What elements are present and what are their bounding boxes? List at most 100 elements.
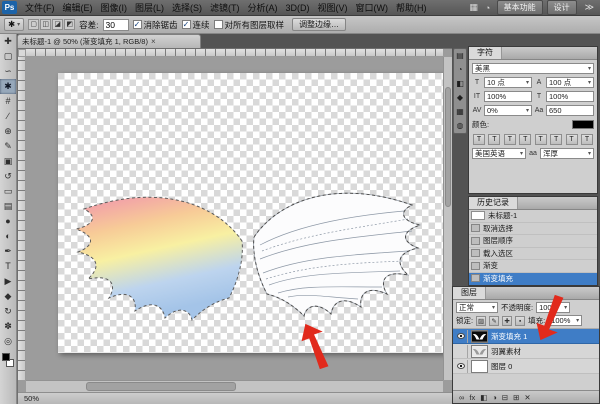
document-checkerboard[interactable]: [58, 73, 443, 353]
font-family-select[interactable]: 美黑 ▾: [472, 63, 594, 74]
antialias-checkbox[interactable]: ✓ 消除锯齿: [133, 19, 178, 31]
history-brush-tool-button[interactable]: ↺: [0, 169, 16, 184]
eyedropper-tool-button[interactable]: ∕: [0, 109, 16, 124]
leading-select[interactable]: 100 点 ▾: [546, 77, 594, 88]
menu-layer[interactable]: 图层(L): [131, 0, 168, 16]
document-tab[interactable]: 未标题-1 @ 50% (渐变填充 1, RGB/8) ×: [17, 34, 201, 48]
link-layers-icon[interactable]: ∞: [459, 393, 464, 402]
tool-preset-dropdown[interactable]: ✱ ▾: [4, 18, 24, 31]
menu-image[interactable]: 图像(I): [97, 0, 132, 16]
visibility-toggle[interactable]: [455, 360, 468, 373]
tab-layers[interactable]: 图层: [453, 287, 486, 299]
healing-brush-tool-button[interactable]: ⊕: [0, 124, 16, 139]
menu-3d[interactable]: 3D(D): [282, 0, 314, 16]
adjustments-panel-icon[interactable]: ▦: [454, 105, 466, 119]
menu-file[interactable]: 文件(F): [21, 0, 59, 16]
refine-edge-button[interactable]: 调整边缘…: [292, 18, 346, 31]
swatches-panel-icon[interactable]: ▤: [454, 49, 466, 63]
text-color-swatch[interactable]: [572, 120, 594, 129]
history-item[interactable]: 取消选择: [469, 223, 597, 236]
masks-panel-icon[interactable]: ◧: [454, 77, 466, 91]
vertical-scrollbar[interactable]: [443, 57, 452, 380]
subscript-button[interactable]: T: [550, 134, 562, 145]
new-selection-icon[interactable]: ▢: [28, 19, 39, 30]
sample-all-layers-checkbox[interactable]: 对所有图层取样: [214, 19, 285, 31]
subtract-selection-icon[interactable]: ◪: [52, 19, 63, 30]
menu-select[interactable]: 选择(S): [168, 0, 206, 16]
intersect-selection-icon[interactable]: ◩: [64, 19, 75, 30]
close-tab-icon[interactable]: ×: [151, 37, 156, 46]
dodge-tool-button[interactable]: ◐: [0, 229, 16, 244]
magic-wand-tool-button[interactable]: ✱: [0, 79, 16, 94]
tab-character[interactable]: 字符: [469, 47, 502, 59]
gradient-tool-button[interactable]: ▤: [0, 199, 16, 214]
info-panel-icon[interactable]: ◍: [454, 119, 466, 133]
layer-thumbnail[interactable]: [471, 330, 488, 343]
layer-row-wing-material[interactable]: 羽翼素材: [453, 344, 599, 359]
antialias-select[interactable]: 浑厚 ▾: [540, 148, 594, 159]
faux-italic-button[interactable]: T: [488, 134, 500, 145]
font-size-select[interactable]: 10 点 ▾: [484, 77, 532, 88]
new-group-icon[interactable]: ⊟: [502, 393, 508, 402]
all-caps-button[interactable]: T: [504, 134, 516, 145]
visibility-toggle[interactable]: [455, 345, 468, 358]
launch-bridge-icon[interactable]: ▦: [467, 2, 481, 13]
type-tool-button[interactable]: T: [0, 259, 16, 274]
zoom-tool-button[interactable]: ◎: [0, 334, 16, 349]
delete-layer-icon[interactable]: ✕: [524, 393, 530, 402]
vertical-scroll-thumb[interactable]: [445, 87, 451, 207]
tolerance-input[interactable]: [103, 19, 129, 31]
lock-all-icon[interactable]: ▪: [515, 316, 525, 326]
marquee-tool-button[interactable]: ▢: [0, 49, 16, 64]
brush-tool-button[interactable]: ✎: [0, 139, 16, 154]
pen-tool-button[interactable]: ✒: [0, 244, 16, 259]
vertical-scale-field[interactable]: 100%: [484, 91, 532, 102]
foreground-color-chip[interactable]: [2, 353, 10, 361]
faux-bold-button[interactable]: T: [473, 134, 485, 145]
strikethrough-button[interactable]: T: [581, 134, 593, 145]
eraser-tool-button[interactable]: ▭: [0, 184, 16, 199]
crop-tool-button[interactable]: #: [0, 94, 16, 109]
menu-filter[interactable]: 滤镜(T): [206, 0, 244, 16]
history-snapshot[interactable]: 未标题-1: [469, 210, 597, 223]
visibility-toggle[interactable]: [455, 330, 468, 343]
layer-thumbnail[interactable]: [471, 345, 488, 358]
baseline-shift-field[interactable]: 650: [546, 105, 594, 116]
superscript-button[interactable]: T: [535, 134, 547, 145]
underline-button[interactable]: T: [566, 134, 578, 145]
workspace-overflow-button[interactable]: ≫: [579, 2, 600, 13]
add-mask-icon[interactable]: ◧: [480, 393, 487, 402]
adjustment-layer-icon[interactable]: ◑: [492, 393, 497, 402]
horizontal-scrollbar[interactable]: [26, 380, 443, 392]
lock-pixels-icon[interactable]: ✎: [489, 316, 499, 326]
3d-rotate-tool-button[interactable]: ↻: [0, 304, 16, 319]
menu-analysis[interactable]: 分析(A): [244, 0, 282, 16]
styles-panel-icon[interactable]: ◆: [454, 91, 466, 105]
horizontal-scale-field[interactable]: 100%: [546, 91, 594, 102]
history-item-selected[interactable]: 渐变填充: [469, 273, 597, 286]
language-select[interactable]: 美国英语 ▾: [472, 148, 526, 159]
layer-row-layer0[interactable]: 图层 0: [453, 359, 599, 374]
history-item[interactable]: 载入选区: [469, 248, 597, 261]
history-item[interactable]: 图层顺序: [469, 235, 597, 248]
lasso-tool-button[interactable]: ∽: [0, 64, 16, 79]
lock-position-icon[interactable]: ✚: [502, 316, 512, 326]
blur-tool-button[interactable]: ●: [0, 214, 16, 229]
tracking-select[interactable]: 0% ▾: [484, 105, 532, 116]
workspace-design-button[interactable]: 设计: [547, 0, 577, 15]
layer-row-gradient-fill[interactable]: 渐变填充 1: [453, 329, 599, 344]
zoom-level[interactable]: 50%: [24, 394, 39, 403]
contiguous-checkbox[interactable]: ✓ 连续: [182, 19, 210, 31]
small-caps-button[interactable]: T: [519, 134, 531, 145]
workspace-basic-button[interactable]: 基本功能: [497, 0, 543, 15]
path-select-tool-button[interactable]: ▶: [0, 274, 16, 289]
blend-mode-select[interactable]: 正常 ▾: [456, 302, 498, 313]
tab-history[interactable]: 历史记录: [469, 197, 518, 209]
menu-view[interactable]: 视图(V): [314, 0, 352, 16]
horizontal-scroll-thumb[interactable]: [86, 382, 236, 391]
lock-transparency-icon[interactable]: ▨: [476, 316, 486, 326]
menu-window[interactable]: 窗口(W): [352, 0, 393, 16]
add-selection-icon[interactable]: ◫: [40, 19, 51, 30]
layer-style-icon[interactable]: fx: [469, 393, 475, 402]
move-tool-button[interactable]: ✚: [0, 34, 16, 49]
